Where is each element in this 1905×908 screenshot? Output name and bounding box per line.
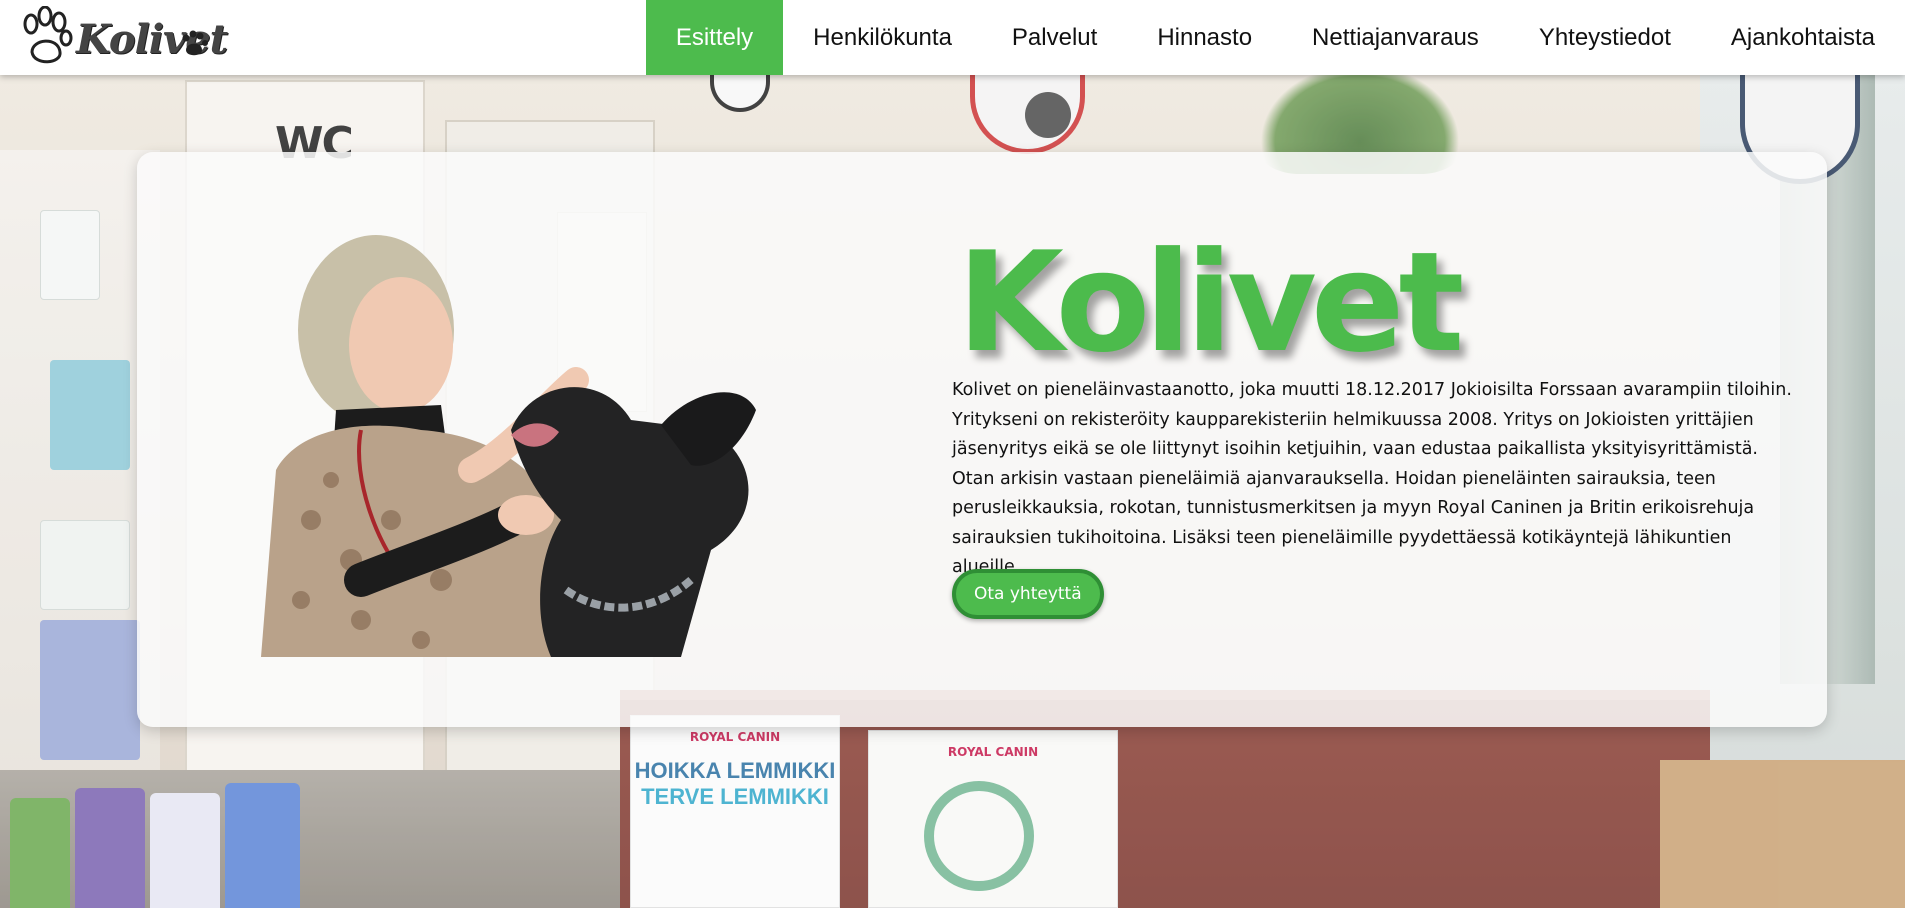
nav-item-hinnasto[interactable]: Hinnasto xyxy=(1127,0,1282,75)
nav-item-henkilokunta[interactable]: Henkilökunta xyxy=(783,0,982,75)
contact-button[interactable]: Ota yhteyttä xyxy=(952,569,1104,619)
nav-item-nettiajanvaraus[interactable]: Nettiajanvaraus xyxy=(1282,0,1509,75)
hero-title: Kolivet xyxy=(957,222,1464,383)
site-logo[interactable]: Kolivet xyxy=(20,6,228,68)
nav-item-palvelut[interactable]: Palvelut xyxy=(982,0,1127,75)
paw-icon xyxy=(23,6,73,64)
nav-item-ajankohtaista[interactable]: Ajankohtaista xyxy=(1701,0,1905,75)
small-paw-icon xyxy=(182,30,208,56)
vet-with-dog-photo xyxy=(241,220,757,657)
intro-card: Kolivet Kolivet on pieneläinvastaanotto,… xyxy=(137,152,1827,727)
site-header: Kolivet Esittely Henkilökunta Palvelut H… xyxy=(0,0,1905,75)
vet-dog-illustration xyxy=(261,235,756,657)
hero-description: Kolivet on pieneläinvastaanotto, joka mu… xyxy=(952,380,1792,577)
nav-item-esittely[interactable]: Esittely xyxy=(645,0,784,75)
main-nav: Esittely Henkilökunta Palvelut Hinnasto … xyxy=(645,0,1905,75)
nav-item-yhteystiedot[interactable]: Yhteystiedot xyxy=(1509,0,1701,75)
